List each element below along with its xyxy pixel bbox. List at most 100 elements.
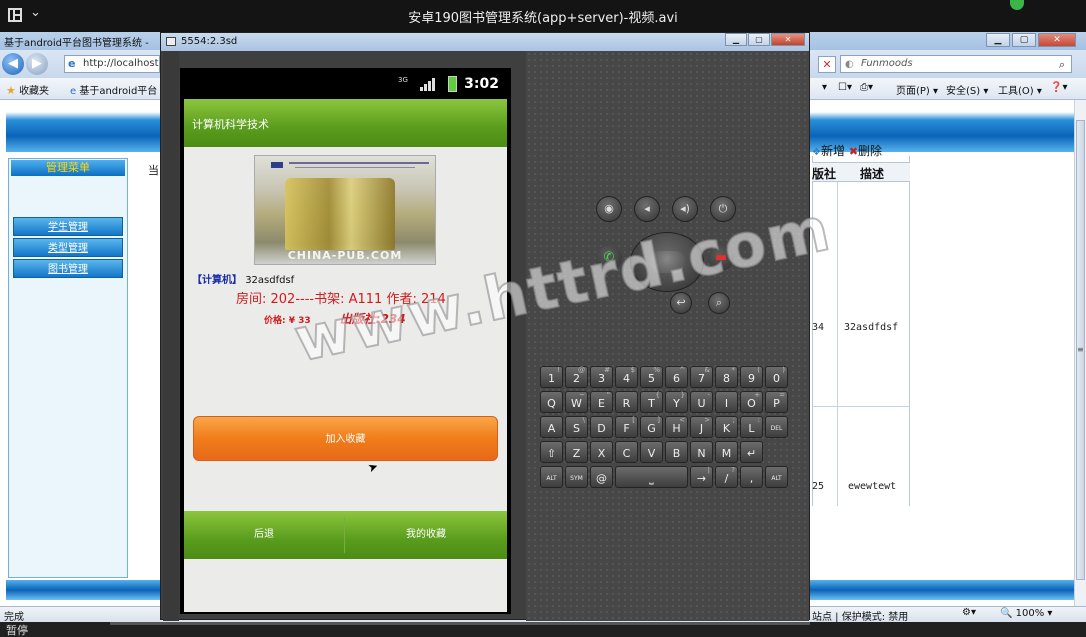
keyboard-key[interactable]: Z [565,441,588,463]
key-label: K [722,422,731,435]
keyboard-key[interactable]: 3 # [590,366,613,388]
keyboard-key[interactable]: F[ [615,416,638,438]
keyboard-key[interactable]: H < [665,416,688,438]
maximize-button[interactable]: ▢ [748,33,770,46]
volume-down-icon[interactable]: ◂ [634,196,660,222]
key-label: , [749,472,754,485]
keyboard-key[interactable]: ↵ [740,441,763,463]
taskbar-strip [110,622,810,625]
keyboard-row-3: A S \ D F[G] H < J > K; L: DEL [540,416,788,438]
favorites-button[interactable]: ★ 收藏夹 [6,82,49,97]
keyboard-key[interactable]: B [665,441,688,463]
keyboard-key[interactable]: SYM [565,466,588,488]
key-alt-label: ~ [579,391,585,399]
keyboard-key[interactable]: K; [715,416,738,438]
back-arrow-icon[interactable]: ◀ [2,53,24,75]
key-label: / [724,472,729,485]
key-label: U [697,397,706,410]
keyboard-key[interactable]: 9( [740,366,763,388]
address-input[interactable]: e http://localhost:8 [64,55,160,73]
keyboard-key[interactable]: 5% [640,366,663,388]
keyboard-key[interactable]: 4 $ [615,366,638,388]
keyboard-key[interactable]: T{ [640,391,663,413]
keyboard-key[interactable]: X [590,441,613,463]
sidebar-item-types[interactable]: 类型管理 [13,238,123,257]
keyboard-key[interactable]: O + [740,391,763,413]
keyboard-key[interactable]: R [615,391,638,413]
keyboard-key[interactable]: S \ [565,416,588,438]
keyboard-key[interactable]: ALT [540,466,563,488]
keyboard-key[interactable]: 1! [540,366,563,388]
keyboard-key[interactable]: 7 & [690,366,713,388]
column-header-publisher: 版社 [812,167,837,181]
key-label: 0 [773,372,780,385]
key-label: M [721,447,732,460]
zoom-level[interactable]: 🔍 100% ▾ [1000,608,1052,619]
volume-up-icon[interactable]: ◂) [672,196,698,222]
safety-menu[interactable]: 安全(S) ▾ [946,82,988,97]
keyboard-key[interactable]: /? [715,466,738,488]
keyboard-key[interactable]: ALT [765,466,788,488]
keyboard-key[interactable]: C [615,441,638,463]
keyboard-key[interactable]: @ [590,466,613,488]
print-icon[interactable]: ⎙▾ [860,82,873,93]
cover-title-line [289,162,429,164]
keyboard-key[interactable]: M [715,441,738,463]
search-input[interactable]: ◐ Funmoods ⌕ [840,55,1072,73]
star-icon: ★ [6,84,16,97]
keyboard-key[interactable]: D [590,416,613,438]
add-favorite-button[interactable]: 加入收藏 [193,416,498,461]
keyboard-key[interactable]: Q [540,391,563,413]
keyboard-key[interactable]: A [540,416,563,438]
forward-arrow-icon[interactable]: ▶ [26,53,48,75]
search-icon[interactable]: ⌕ [1059,57,1065,73]
keyboard-key[interactable]: W ~ [565,391,588,413]
keyboard-key[interactable]: I [715,391,738,413]
back-button[interactable]: 后退 [184,511,344,559]
search-key-icon[interactable]: ⌕ [708,292,730,314]
keyboard-key[interactable]: ⇧ [540,441,563,463]
keyboard-key[interactable]: L: [740,416,763,438]
keyboard-key[interactable]: P = [765,391,788,413]
tools-menu[interactable]: 工具(O) ▾ [998,82,1042,97]
sidebar-item-students[interactable]: 学生管理 [13,217,123,236]
keyboard-key[interactable]: E " [590,391,613,413]
fav-tab-label: 基于android平台 [79,86,158,97]
maximize-button[interactable]: ▢ [1012,33,1036,47]
keyboard-key[interactable]: → | [690,466,713,488]
keyboard-key[interactable]: 0) [765,366,788,388]
my-favorites-button[interactable]: 我的收藏 [345,511,507,559]
close-button[interactable]: ✕ [1038,33,1076,47]
close-button[interactable]: ✕ [771,33,805,46]
keyboard-key[interactable]: DEL [765,416,788,438]
ie-tab-icon: e [70,86,77,97]
keyboard-key[interactable]: Y} [665,391,688,413]
keyboard-key[interactable]: V [640,441,663,463]
keyboard-key[interactable]: 2 @ [565,366,588,388]
keyboard-key[interactable]: N [690,441,713,463]
minimize-button[interactable]: ▁ [725,33,747,46]
stop-icon[interactable]: ✕ [818,56,836,73]
keyboard-key[interactable]: U- [690,391,713,413]
keyboard-key[interactable]: J > [690,416,713,438]
home-dropdown-icon[interactable]: ▾ [822,82,827,93]
column-divider [837,182,838,506]
zone-icon[interactable]: ⚙▾ [962,607,976,618]
page-menu[interactable]: 页面(P) ▾ [896,82,938,97]
minimize-button[interactable]: ▁ [986,33,1010,47]
keyboard-key[interactable]: G] [640,416,663,438]
camera-icon[interactable]: ◉ [596,196,622,222]
fav-tab[interactable]: e 基于android平台 [70,82,157,97]
table-cell: 25 [812,481,825,492]
keyboard-key[interactable]: , [740,466,763,488]
sidebar-item-books[interactable]: 图书管理 [13,259,123,278]
network-type: 3G [398,76,408,84]
key-alt-label: + [754,391,760,399]
key-alt-label: = [779,391,785,399]
keyboard-key[interactable]: 6 ^ [665,366,688,388]
browser-scrollbar[interactable]: ≡ [1074,100,1086,606]
keyboard-key[interactable]: ⎵ [615,466,688,488]
keyboard-key[interactable]: 8 * [715,366,738,388]
feeds-icon[interactable]: ☐▾ [838,82,852,93]
help-icon[interactable]: ❓▾ [1050,82,1067,93]
